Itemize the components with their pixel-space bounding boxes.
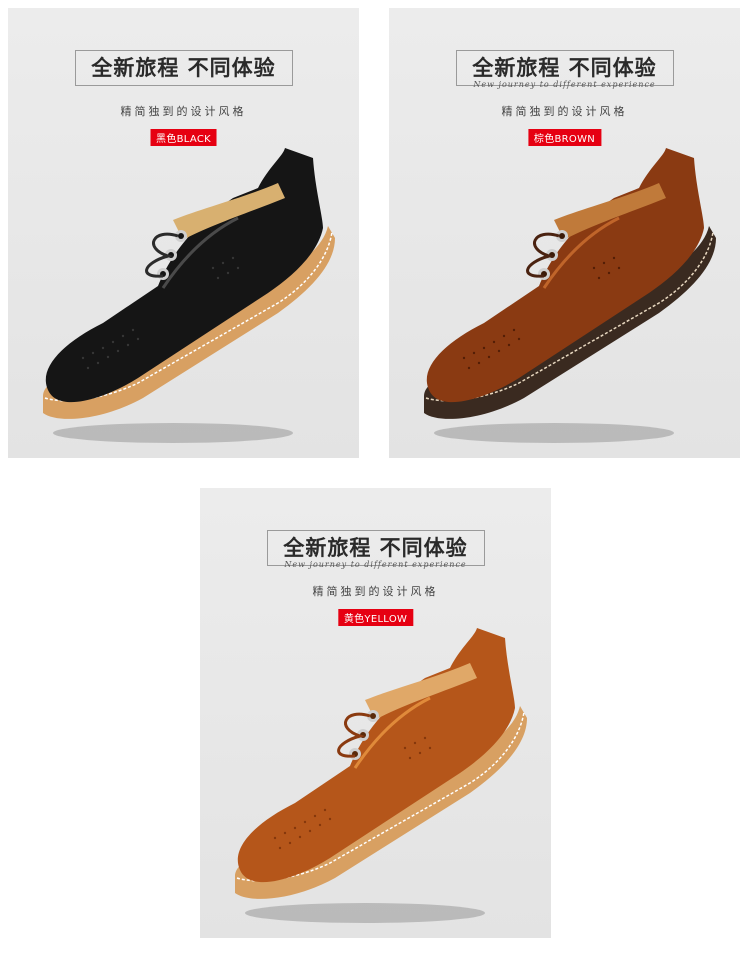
shoe-image-black xyxy=(43,148,335,443)
shoe-image-yellow xyxy=(235,628,527,923)
panel-subtitle-cn: 精简独到的设计风格 xyxy=(120,105,247,118)
panel-subtitle-cn: 精简独到的设计风格 xyxy=(312,585,439,598)
product-panel-yellow: 全新旅程 不同体验 New journey to different exper… xyxy=(200,488,551,938)
panel-subtitle-en: New journey to different experience xyxy=(473,80,656,89)
product-panel-brown: 全新旅程 不同体验 New journey to different exper… xyxy=(389,8,740,458)
panel-title: 全新旅程 不同体验 xyxy=(91,55,276,80)
product-panel-black: 全新旅程 不同体验 精简独到的设计风格 黑色BLACK xyxy=(8,8,359,458)
shoe-image-brown xyxy=(424,148,716,443)
panel-subtitle-en: New journey to different experience xyxy=(284,560,467,569)
panel-subtitle-cn: 精简独到的设计风格 xyxy=(501,105,628,118)
title-frame: 全新旅程 不同体验 xyxy=(74,50,293,86)
